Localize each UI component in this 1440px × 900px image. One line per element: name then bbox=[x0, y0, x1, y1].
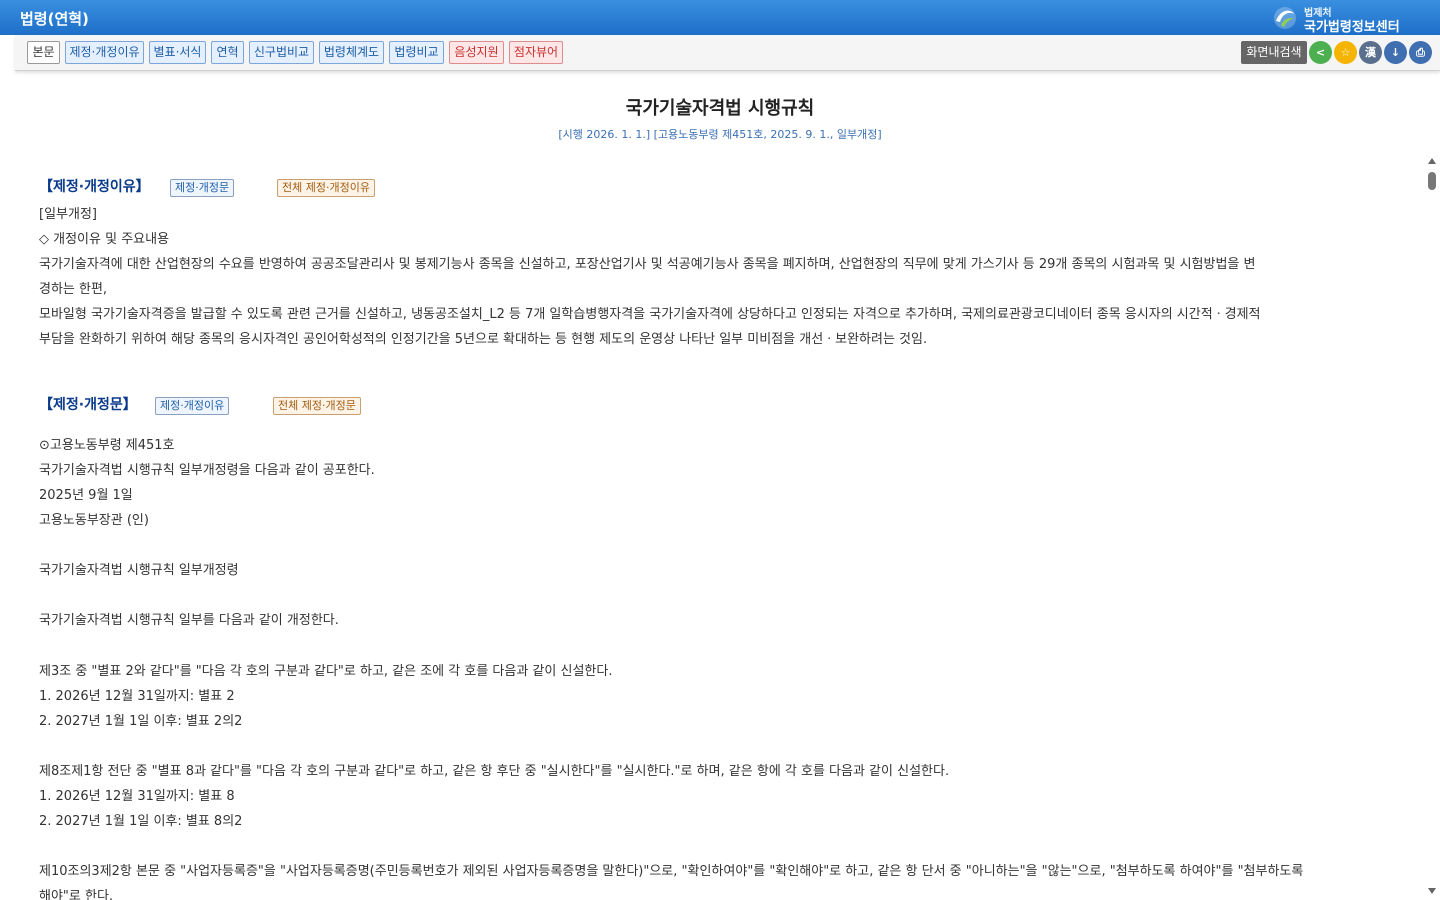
scroll-down-icon[interactable] bbox=[1428, 888, 1436, 894]
tab-history[interactable]: 연혁 bbox=[211, 41, 244, 64]
amendment-text-heading: 【제정·개정문】 bbox=[39, 397, 137, 413]
logo-swoosh-icon bbox=[1274, 7, 1296, 29]
toolbar: 본문 제정·개정이유 별표·서식 연혁 신구법비교 법령체계도 법령비교 음성지… bbox=[15, 35, 1440, 71]
law-enforcement-info: [시행 2026. 1. 1.] [고용노동부령 제451호, 2025. 9.… bbox=[558, 128, 882, 141]
tab-voice-support[interactable]: 음성지원 bbox=[449, 41, 504, 64]
text-line: 국가기술자격법 시행규칙 일부를 다음과 같이 개정한다. bbox=[39, 613, 339, 628]
reason-line: 국가기술자격에 대한 산업현장의 수요를 반영하여 공공조달관리사 및 봉제기능… bbox=[39, 257, 1256, 272]
text-line: 2. 2027년 1월 1일 이후: 별표 8의2 bbox=[39, 814, 243, 829]
text-line: ⊙고용노동부령 제451호 bbox=[39, 438, 175, 453]
share-icon[interactable]: < bbox=[1309, 41, 1332, 64]
tab-appendix-forms[interactable]: 별표·서식 bbox=[149, 41, 206, 64]
moleg-logo[interactable]: 법제처 국가법령정보센터 bbox=[1272, 3, 1412, 35]
text-line: 제3조 중 "별표 2와 같다"를 "다음 각 호의 구분과 같다"로 하고, … bbox=[39, 664, 613, 679]
favorite-icon[interactable]: ☆ bbox=[1334, 41, 1357, 64]
vertical-scrollbar[interactable] bbox=[1424, 154, 1440, 900]
text-line: 고용노동부장관 (인) bbox=[39, 513, 149, 528]
text-line: 제8조제1항 전단 중 "별표 8과 같다"를 "다음 각 호의 구분과 같다"… bbox=[39, 764, 950, 779]
reason-line: 모바일형 국가기술자격증을 발급할 수 있도록 관련 근거를 신설하고, 냉동공… bbox=[39, 307, 1261, 322]
in-page-search-button[interactable]: 화면내검색 bbox=[1241, 41, 1307, 64]
text-line: 해야"로 한다. bbox=[39, 889, 114, 900]
app-header: 법령(연혁) 법제처 국가법령정보센터 bbox=[0, 0, 1440, 35]
tab-law-compare[interactable]: 법령비교 bbox=[389, 41, 444, 64]
text-line: 2025년 9월 1일 bbox=[39, 488, 133, 503]
reason-line: ◇ 개정이유 및 주요내용 bbox=[39, 232, 170, 247]
tab-amendment-reason[interactable]: 제정·개정이유 bbox=[65, 41, 144, 64]
scroll-up-icon[interactable] bbox=[1428, 158, 1436, 164]
law-title: 국가기술자격법 시행규칙 bbox=[625, 98, 815, 119]
text-line: 제10조의3제2항 본문 중 "사업자등록증"을 "사업자등록증명(주민등록번호… bbox=[39, 864, 1304, 879]
reason-line: [일부개정] bbox=[39, 207, 97, 222]
text-line: 국가기술자격법 시행규칙 일부개정령을 다음과 같이 공포한다. bbox=[39, 463, 375, 478]
text-line: 2. 2027년 1월 1일 이후: 별표 2의2 bbox=[39, 714, 243, 729]
text-line: 1. 2026년 12월 31일까지: 별표 2 bbox=[39, 689, 235, 704]
tab-braille-viewer[interactable]: 점자뷰어 bbox=[509, 41, 563, 64]
reason-line: 부담을 완화하기 위하여 해당 종목의 응시자격인 공인어학성적의 인정기간을 … bbox=[39, 332, 928, 347]
hanja-icon[interactable]: 漢 bbox=[1359, 41, 1382, 64]
reason-line: 경하는 한편, bbox=[39, 282, 108, 297]
page-title: 법령(연혁) bbox=[20, 10, 89, 28]
tab-main-text[interactable]: 본문 bbox=[27, 41, 60, 64]
all-amendment-texts-button[interactable]: 전체 제정·개정문 bbox=[273, 397, 361, 415]
reason-heading: 【제정·개정이유】 bbox=[39, 179, 150, 195]
text-line: 국가기술자격법 시행규칙 일부개정령 bbox=[39, 563, 239, 578]
goto-amendment-text-button[interactable]: 제정·개정문 bbox=[170, 179, 235, 197]
goto-amendment-reason-button[interactable]: 제정·개정이유 bbox=[155, 397, 230, 415]
tab-law-hierarchy[interactable]: 법령체계도 bbox=[319, 41, 384, 64]
law-content: 국가기술자격법 시행규칙 [시행 2026. 1. 1.] [고용노동부령 제4… bbox=[0, 72, 1424, 900]
scrollbar-thumb[interactable] bbox=[1428, 172, 1436, 190]
text-line: 1. 2026년 12월 31일까지: 별표 8 bbox=[39, 789, 235, 804]
download-icon[interactable]: ↓ bbox=[1384, 41, 1407, 64]
tab-old-new-compare[interactable]: 신구법비교 bbox=[249, 41, 314, 64]
print-icon[interactable]: ⎙ bbox=[1409, 41, 1432, 64]
all-amendment-reasons-button[interactable]: 전체 제정·개정이유 bbox=[277, 179, 375, 197]
logo-big-text: 국가법령정보센터 bbox=[1304, 20, 1400, 35]
